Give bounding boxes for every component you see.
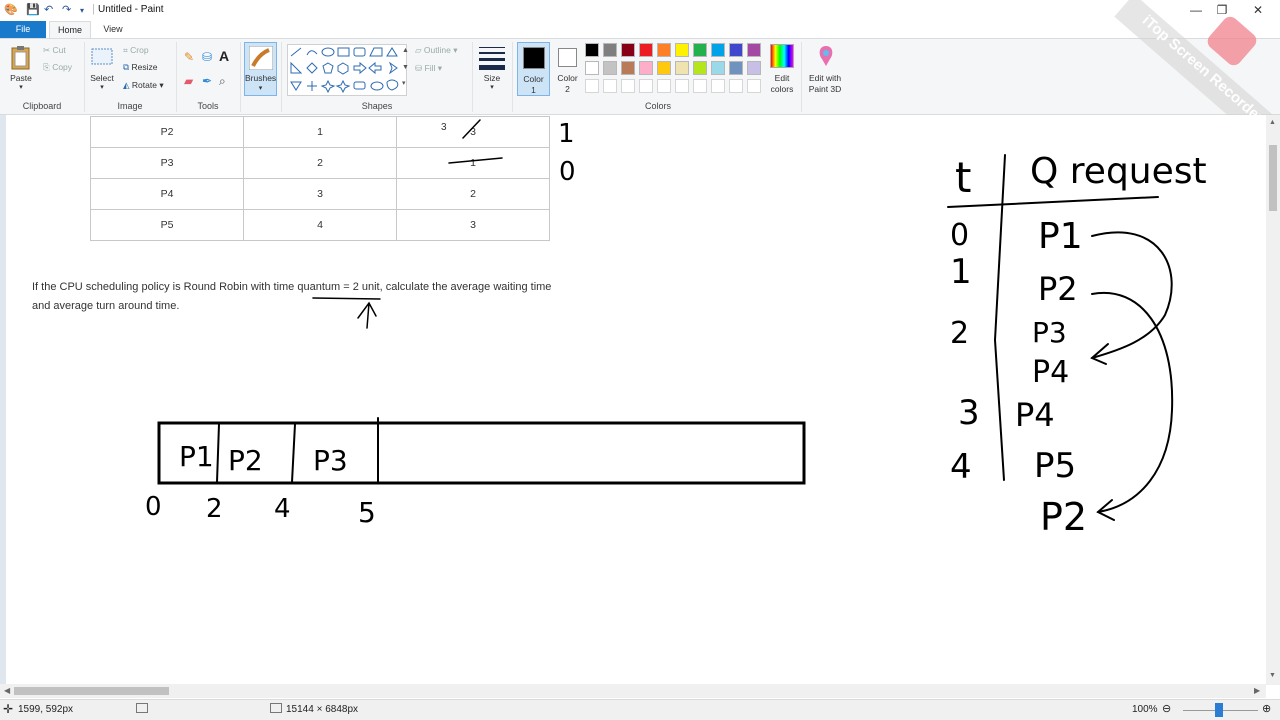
gantt-time-4: 4 xyxy=(274,494,291,524)
queue-time-2: 2 xyxy=(950,316,969,351)
queue-time-4: 4 xyxy=(950,447,972,487)
status-bar: ✛ 1599, 592px 15144 × 6848px 100% ⊖ ⊕ xyxy=(0,699,1280,720)
queue-entry-p1: P1 xyxy=(1038,216,1083,257)
gantt-slot-p1: P1 xyxy=(179,440,214,473)
queue-time-3: 3 xyxy=(958,393,980,433)
scroll-up-icon[interactable]: ▲ xyxy=(1269,119,1276,126)
vertical-scrollbar[interactable]: ▲ ▼ xyxy=(1266,115,1280,685)
side-note-1: 1 xyxy=(558,119,575,149)
gantt-time-5: 5 xyxy=(358,496,376,529)
gantt-time-2: 2 xyxy=(206,494,223,524)
cursor-position: 1599, 592px xyxy=(18,704,74,715)
queue-entry-p2: P2 xyxy=(1038,270,1078,308)
queue-entry-p3: P3 xyxy=(1032,316,1067,349)
queue-entry-p4: P4 xyxy=(1032,355,1069,390)
cursor-position-icon: ✛ xyxy=(3,702,14,716)
vertical-scroll-thumb[interactable] xyxy=(1269,145,1277,211)
queue-header-t: t xyxy=(955,153,971,202)
scroll-down-icon[interactable]: ▼ xyxy=(1269,672,1276,679)
side-note-2: 0 xyxy=(559,157,576,187)
canvas-size: 15144 × 6848px xyxy=(286,704,359,715)
queue-time-0: 0 xyxy=(950,218,969,253)
horizontal-scroll-thumb[interactable] xyxy=(14,687,169,695)
scroll-right-icon[interactable]: ▶ xyxy=(1254,686,1260,695)
gantt-slot-p2: P2 xyxy=(228,444,263,477)
queue-entry-p4-repeat: P4 xyxy=(1015,396,1055,434)
handwritten-labels: 1 0 P1 P2 P3 0 2 4 5 t Q request 0 1 2 3… xyxy=(145,119,1207,539)
queue-header-q: Q request xyxy=(1030,151,1207,192)
zoom-slider-thumb[interactable] xyxy=(1215,703,1223,717)
scroll-left-icon[interactable]: ◀ xyxy=(4,686,10,695)
zoom-out-icon[interactable]: ⊖ xyxy=(1162,702,1171,715)
horizontal-scrollbar[interactable]: ◀ ▶ xyxy=(0,684,1266,698)
gantt-time-0: 0 xyxy=(145,492,162,522)
zoom-in-icon[interactable]: ⊕ xyxy=(1262,702,1271,715)
zoom-level: 100% xyxy=(1132,704,1158,715)
selection-size-icon xyxy=(136,703,148,713)
canvas-size-icon xyxy=(270,703,282,713)
queue-time-1: 1 xyxy=(950,252,972,292)
queue-entry-p5: P5 xyxy=(1034,446,1076,486)
queue-entry-p2-requeued: P2 xyxy=(1040,495,1087,539)
gantt-slot-p3: P3 xyxy=(313,444,348,477)
